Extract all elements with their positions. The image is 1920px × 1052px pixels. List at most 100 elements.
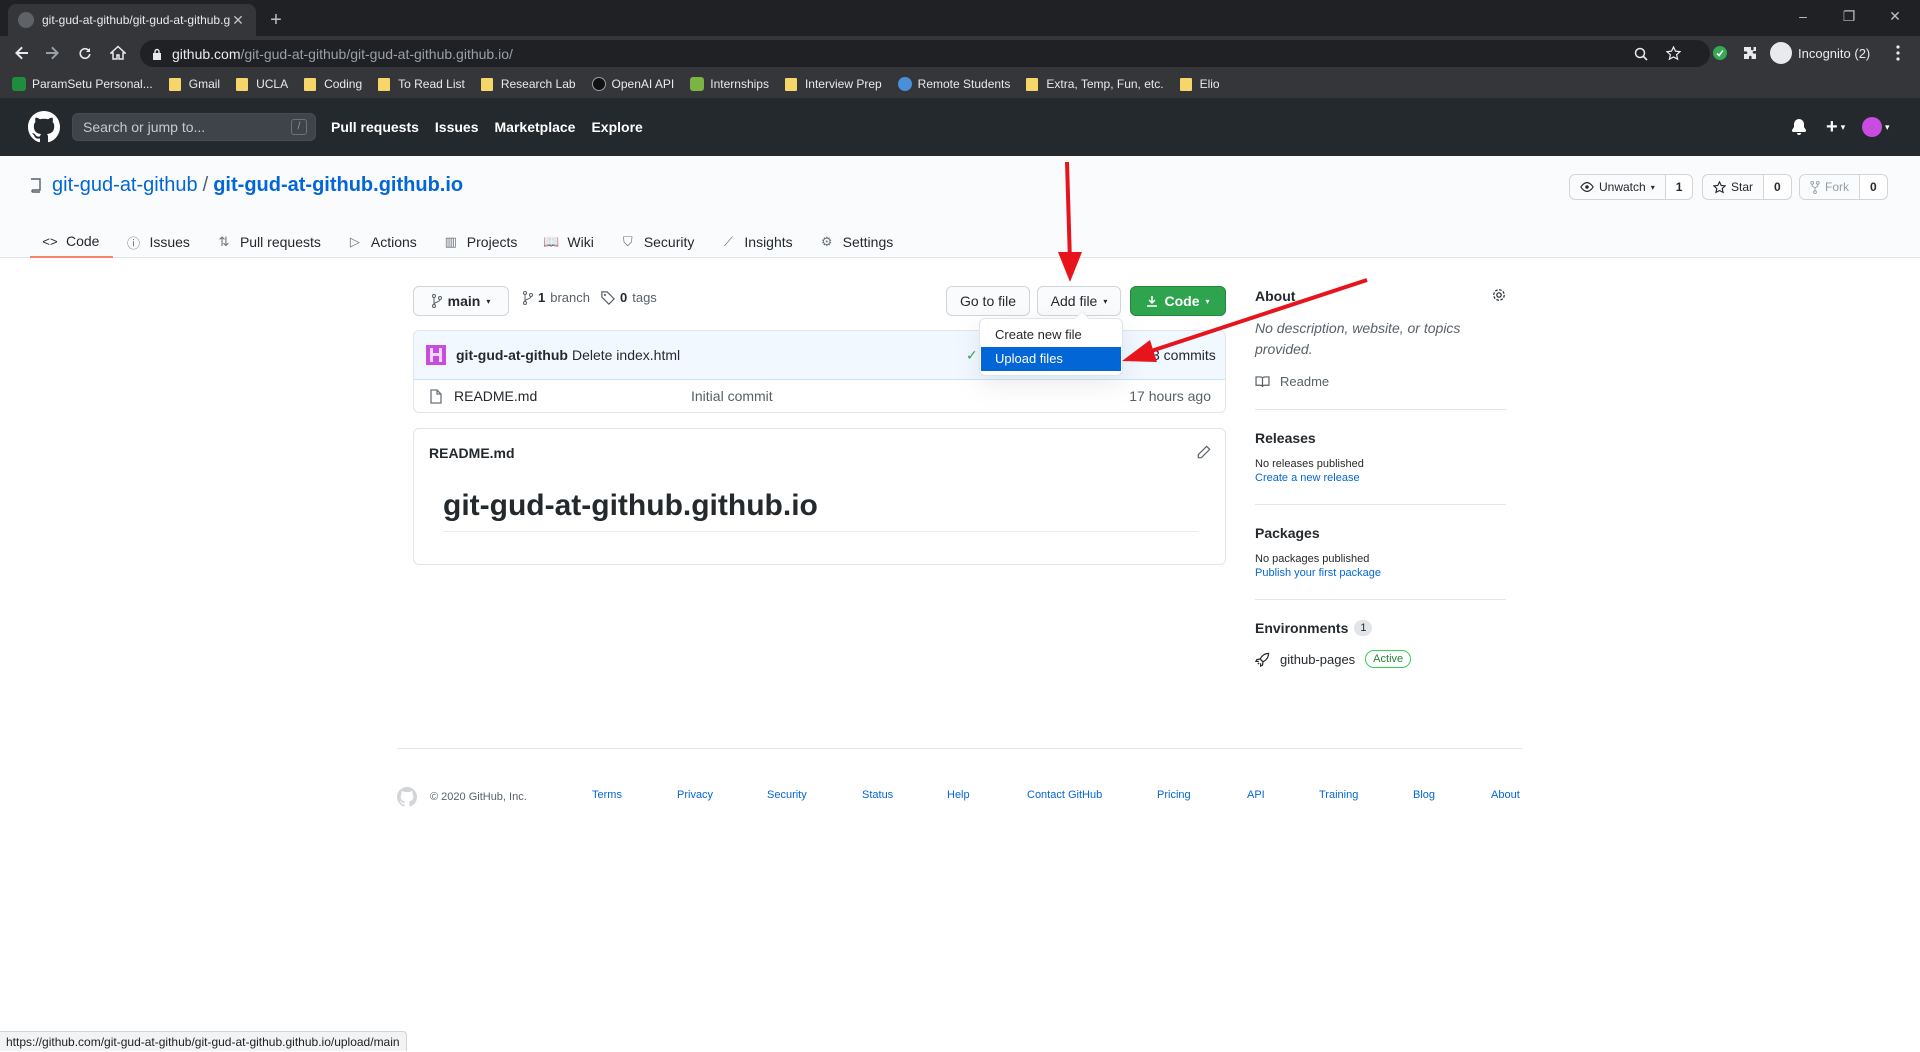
footer-link-security[interactable]: Security [767,789,807,801]
minimize-icon[interactable]: – [1780,4,1826,28]
branches-link[interactable]: 1 branch [523,290,590,305]
user-avatar[interactable]: ▾ [1862,98,1890,156]
check-icon[interactable]: ✓ [966,347,978,364]
green-plus-icon [12,77,26,91]
tab-title: git-gud-at-github/git-gud-at-github.gith… [42,13,230,27]
fork-button[interactable]: Fork [1799,174,1860,200]
tab-security[interactable]: ⛉ Security [608,226,709,258]
reload-icon[interactable] [73,41,97,65]
file-commit-message[interactable]: Initial commit [691,388,773,404]
github-mark-icon[interactable] [397,787,417,807]
commits-link[interactable]: 3 commits [1134,347,1216,363]
create-release-link[interactable]: Create a new release [1255,472,1506,484]
bookmark-item[interactable]: Internships [690,77,769,91]
footer-link-about[interactable]: About [1491,789,1520,801]
create-new-plus-icon[interactable]: + ▾ [1826,98,1845,156]
fork-count[interactable]: 0 [1860,174,1888,200]
star-button[interactable]: Star [1702,174,1765,200]
readme-link[interactable]: Readme [1255,374,1506,389]
branch-icon [431,294,442,308]
extension-green-icon[interactable] [1708,41,1732,65]
footer-link-training[interactable]: Training [1319,789,1358,801]
branch-icon [523,290,533,305]
footer-link-blog[interactable]: Blog [1413,789,1435,801]
notifications-bell-icon[interactable] [1791,98,1807,156]
unwatch-button[interactable]: Unwatch ▾ [1569,174,1666,200]
footer-link-pricing[interactable]: Pricing [1157,789,1191,801]
watch-count[interactable]: 1 [1665,174,1694,200]
close-window-icon[interactable]: ✕ [1872,4,1918,28]
bookmark-star-icon[interactable] [1666,40,1681,67]
environments-title[interactable]: Environments 1 [1255,620,1506,636]
repo-owner-link[interactable]: git-gud-at-github [52,174,198,197]
bookmark-item[interactable]: Extra, Temp, Fun, etc. [1026,77,1164,91]
tab-issues[interactable]: ⓘ Issues [113,226,203,258]
bookmark-item[interactable]: Gmail [168,77,220,91]
browser-tab-active[interactable]: git-gud-at-github/git-gud-at-github.gith… [8,4,256,36]
branch-selector-button[interactable]: main ▾ [413,286,509,316]
folder-icon [236,77,249,91]
bookmark-item[interactable]: UCLA [236,77,288,91]
tab-projects[interactable]: ▥ Projects [431,226,532,258]
nav-marketplace[interactable]: Marketplace [495,119,576,135]
bookmark-item[interactable]: Coding [304,77,362,91]
star-count[interactable]: 0 [1764,174,1792,200]
bookmark-item[interactable]: Interview Prep [784,77,882,91]
star-icon [1713,180,1726,194]
nav-explore[interactable]: Explore [591,119,642,135]
bookmark-item[interactable]: Remote Students [897,77,1010,91]
repo-title: git-gud-at-github / git-gud-at-github.gi… [30,174,463,197]
bookmark-item[interactable]: Elio [1179,77,1220,91]
footer-link-terms[interactable]: Terms [592,789,622,801]
bookmark-item[interactable]: Research Lab [480,77,576,91]
tab-pull-requests[interactable]: ⇅ Pull requests [204,226,335,258]
gear-icon[interactable] [1492,288,1506,302]
footer-link-help[interactable]: Help [947,789,970,801]
restore-icon[interactable]: ❐ [1826,4,1872,28]
github-logo-icon[interactable] [28,111,60,143]
author-avatar[interactable] [426,345,446,365]
tab-insights[interactable]: ⟋ Insights [708,226,806,258]
folder-icon [1179,77,1192,91]
footer-link-status[interactable]: Status [862,789,893,801]
footer-link-api[interactable]: API [1247,789,1265,801]
edit-pencil-icon[interactable] [1197,445,1211,459]
extensions-puzzle-icon[interactable] [1738,41,1762,65]
publish-package-link[interactable]: Publish your first package [1255,567,1506,579]
tags-link[interactable]: 0 tags [601,290,657,305]
search-input[interactable]: Search or jump to... / [72,113,316,141]
packages-title[interactable]: Packages [1255,525,1506,541]
close-tab-icon[interactable]: ✕ [230,12,246,29]
new-tab-icon[interactable]: + [262,6,290,34]
tab-settings[interactable]: ⚙ Settings [807,226,908,258]
file-row[interactable]: README.md Initial commit 17 hours ago [414,380,1225,412]
bookmark-item[interactable]: ParamSetu Personal... [12,77,153,91]
url-path: /git-gud-at-github/git-gud-at-github.git… [240,45,513,62]
code-download-button[interactable]: Code ▾ [1130,286,1226,316]
releases-title[interactable]: Releases [1255,430,1506,446]
tab-actions[interactable]: ▷ Actions [335,226,431,258]
nav-issues[interactable]: Issues [435,119,479,135]
create-new-file-item[interactable]: Create new file [981,323,1121,347]
forward-icon[interactable] [40,41,64,65]
tab-wiki[interactable]: 📖 Wiki [531,226,607,258]
environment-item[interactable]: github-pages Active [1255,650,1506,668]
footer-link-privacy[interactable]: Privacy [677,789,713,801]
bookmark-item[interactable]: To Read List [378,77,465,91]
footer-link-contact[interactable]: Contact GitHub [1027,789,1102,801]
file-name-link[interactable]: README.md [454,388,537,404]
incognito-indicator[interactable]: Incognito (2) [1770,41,1870,65]
repo-name-link[interactable]: git-gud-at-github.github.io [213,174,463,197]
upload-files-item[interactable]: Upload files [981,347,1121,371]
zoom-icon[interactable] [1634,40,1648,67]
nav-pull-requests[interactable]: Pull requests [331,119,419,135]
commit-author-link[interactable]: git-gud-at-github [456,347,568,363]
browser-menu-icon[interactable] [1886,41,1910,65]
go-to-file-button[interactable]: Go to file [946,286,1030,316]
bookmark-item[interactable]: OpenAI API [591,77,674,91]
home-icon[interactable] [106,41,130,65]
commit-message-link[interactable]: Delete index.html [572,347,680,363]
address-bar[interactable]: github.com/git-gud-at-github/git-gud-at-… [140,40,1710,67]
back-icon[interactable] [10,41,34,65]
tab-code[interactable]: <> Code [30,226,114,258]
